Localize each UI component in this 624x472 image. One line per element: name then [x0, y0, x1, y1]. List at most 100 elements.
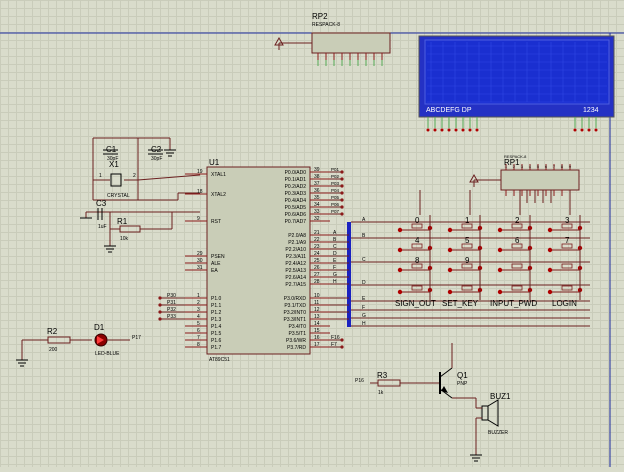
p0-net-label: P06 [331, 202, 340, 207]
svg-text:2: 2 [133, 173, 136, 179]
rp1-part: RESPACK-8 [504, 154, 527, 159]
p1-net-label: P33 [167, 314, 176, 320]
bus-row-label: F [362, 305, 365, 311]
r2-body [47, 336, 71, 344]
u1-pin-number: 10 [314, 293, 320, 299]
rp2-resistor-pack[interactable]: RP2 RESPACK-8 [274, 12, 391, 66]
keypad-digit: 4 [415, 236, 420, 245]
keypad-button[interactable] [547, 263, 583, 274]
rp1-pin-number: 9 [569, 165, 571, 169]
u1-pin-name: P0.0/AD0 [285, 170, 307, 176]
q1-base-net: P16 [355, 378, 364, 384]
u1-pin-number: 17 [314, 342, 320, 348]
p0-net-label: P07 [331, 209, 340, 214]
reset-circuit[interactable]: C3 1uF R1 10k [80, 199, 200, 253]
keypad-function-label: LOGIN [552, 299, 577, 308]
bus-net-label: G [333, 272, 337, 278]
u1-pin-number: 32 [314, 216, 320, 222]
r1-value: 10k [120, 236, 129, 242]
u1-pin-number: 7 [197, 335, 200, 341]
p0-net-label: P03 [331, 181, 340, 186]
u1-pin-number: 3 [197, 307, 200, 313]
u1-pin-name: P3.5/T1 [288, 331, 306, 337]
u1-pin-name: P1.2 [211, 310, 222, 316]
u1-pin-name: XTAL1 [211, 172, 226, 178]
q1-part: PNP [457, 381, 468, 387]
keypad-button[interactable] [497, 263, 533, 274]
buzzer-driver[interactable]: P16 R3 1k Q1 PNP BUZ1 BUZZER [355, 343, 511, 462]
keypad-button[interactable]: 5 [447, 236, 483, 254]
keypad-button[interactable]: 1 [447, 216, 483, 234]
u1-pin-name: P0.3/AD3 [285, 191, 307, 197]
lcd-display[interactable]: ABCDEFG DP 1234 [418, 35, 615, 132]
u1-pin-name: P3.6/WR [286, 338, 306, 344]
keypad-button[interactable] [447, 285, 483, 296]
rp2-ref: RP2 [312, 12, 328, 21]
u1-pin-name: ALE [211, 261, 221, 267]
d1-part: LED-BLUE [95, 351, 120, 357]
u1-ref: U1 [209, 158, 220, 167]
c3-value: 1uF [98, 224, 107, 230]
keypad-button[interactable]: 6 [497, 236, 533, 254]
p0-net-labels: P01 P02 P03 P04 P05 P06 P07 [330, 167, 344, 216]
p0-net-label: P04 [331, 188, 340, 193]
keypad-button[interactable]: 4 [397, 236, 433, 254]
keypad-digit: 3 [565, 216, 570, 225]
r1-body [119, 225, 141, 233]
u1-pin-number: 16 [314, 335, 320, 341]
u1-pin-number: 4 [197, 314, 200, 320]
keypad-digit: 0 [415, 216, 420, 225]
keypad-function-label: INPUT_PWD [490, 299, 537, 308]
u1-pin-name: EA [211, 268, 218, 274]
net-dot [340, 205, 344, 209]
lcd-digit-labels: 1234 [583, 107, 599, 114]
u1-pin-number: 25 [314, 258, 320, 264]
u1-pin-name: P2.6/A14 [285, 275, 306, 281]
led-net-label: P17 [132, 335, 141, 341]
u1-pin-name: P0.4/AD4 [285, 198, 307, 204]
keypad-button[interactable]: 7 [547, 236, 583, 254]
keypad-function-label: SET_KEY [442, 299, 479, 308]
keypad-button[interactable]: 9 [447, 256, 483, 274]
led-circuit[interactable]: R2 200 D1 LED-BLUE P17 [16, 323, 141, 367]
keypad-button[interactable]: 8 [397, 256, 433, 274]
keypad-button[interactable] [547, 285, 583, 296]
keypad-button[interactable]: 0 [397, 216, 433, 234]
bus-net-label: D [333, 251, 337, 257]
keypad-matrix[interactable]: 0 1 2 3 4 5 6 7 8 9 SIGN_OUT SET_KEY INPUT_PWD LOGIN [395, 190, 583, 308]
keypad-button[interactable]: 3 [547, 216, 583, 234]
p1-net-label: P31 [167, 300, 176, 306]
u1-pin-number: 31 [197, 265, 203, 271]
u1-pin-name: P2.3/A11 [286, 254, 306, 260]
keypad-function-label: SIGN_OUT [395, 299, 436, 308]
net-dot [340, 191, 344, 195]
keypad-button[interactable] [497, 285, 533, 296]
keypad-digit: 8 [415, 256, 420, 265]
rp1-pin-number: 8 [561, 165, 563, 169]
keypad-button[interactable]: 2 [497, 216, 533, 234]
bus-row-label: H [362, 321, 366, 327]
bus-row-label: D [362, 280, 366, 286]
u1-pin-number: 38 [314, 174, 320, 180]
u1-pin-name: P0.2/AD2 [285, 184, 307, 190]
net-dot [340, 184, 344, 188]
schematic-sheet: RP2 RESPACK-8 ABCDEFG DP 1234 C1 30pF C2… [0, 0, 624, 467]
u1-pin-number: 1 [197, 293, 200, 299]
u1-pin-number: 18 [197, 189, 203, 195]
u1-microcontroller[interactable]: U1 AT89C51 19 XTAL118 XTAL29 RST29 PSEN30 ALE… [185, 158, 330, 363]
rp1-resistor-pack[interactable]: RP1 RESPACK-8 123456789 [469, 154, 580, 196]
schematic-canvas: RP2 RESPACK-8 ABCDEFG DP 1234 C1 30pF C2… [0, 12, 624, 467]
p1-net-label: P30 [167, 293, 176, 299]
keypad-digit: 7 [565, 236, 570, 245]
u1-pin-number: 35 [314, 195, 320, 201]
buz1-ref: BUZ1 [490, 392, 511, 401]
p3-net-labels: F16F7 [330, 335, 344, 349]
u1-pin-name: P2.5/A13 [285, 268, 306, 274]
keypad-digit: 2 [515, 216, 520, 225]
u1-pin-number: 34 [314, 202, 320, 208]
u1-pin-name: P1.7 [211, 345, 222, 351]
oscillator-circuit[interactable]: C1 30pF C2 30pF X1 1 2 CRYSTAL [92, 137, 201, 201]
r3-body [377, 379, 401, 387]
keypad-button[interactable] [397, 285, 433, 296]
rp1-pin-number: 1 [505, 165, 507, 169]
